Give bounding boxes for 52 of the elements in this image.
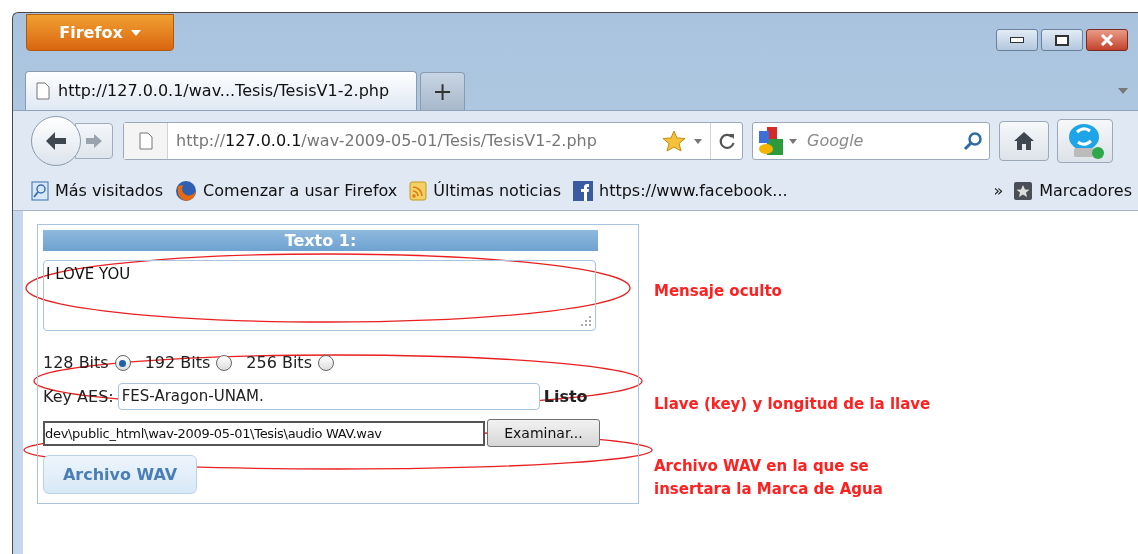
dropdown-arrow-icon[interactable] [694, 138, 702, 144]
bookmark-item[interactable]: Más visitados [31, 178, 164, 203]
file-path-input[interactable]: dev\public_html\wav-2009-05-01\Tesis\audio WAV.wav [43, 420, 485, 446]
annotation-text: Llave (key) y longitud de la llave [654, 393, 931, 415]
tab-list-icon [1118, 88, 1128, 94]
message-textarea[interactable]: I LOVE YOU [43, 260, 596, 331]
back-button[interactable] [31, 116, 81, 166]
caret-icon [130, 29, 141, 36]
forward-arrow-icon [85, 133, 103, 149]
address-bar[interactable]: http://127.0.0.1/wav-2009-05-01/Tesis/TesisV1-2.php [123, 122, 743, 160]
home-button[interactable] [999, 121, 1049, 161]
radio-button[interactable] [114, 355, 131, 371]
browser-tab[interactable]: http://127.0.0.1/wav...Tesis/TesisV1-2.php [25, 71, 417, 110]
key-input[interactable]: FES-Aragon-UNAM. [117, 383, 540, 410]
bookmark-item[interactable]: Últimas noticias [409, 178, 561, 203]
globe-fox-icon [175, 179, 198, 202]
close-icon [1100, 34, 1114, 46]
dropdown-arrow-icon[interactable] [789, 138, 797, 144]
back-arrow-icon [44, 131, 68, 151]
home-icon [1013, 131, 1035, 151]
facebook-icon [573, 180, 593, 201]
bookmark-star-icon[interactable] [662, 130, 686, 152]
reload-icon[interactable] [717, 132, 736, 150]
overflow-chevron[interactable]: » [993, 178, 1004, 203]
minimize-button[interactable] [996, 29, 1038, 51]
new-tab-button[interactable]: + [420, 72, 465, 110]
resize-grip-icon [580, 315, 592, 327]
search-icon[interactable] [963, 131, 983, 151]
bookmark-item[interactable]: Comenzar a usar Firefox [175, 178, 398, 203]
bookmarks-menu[interactable]: Marcadores [1039, 178, 1132, 203]
radio-button[interactable] [317, 355, 334, 371]
feed-icon [409, 180, 428, 201]
annotation-text: Mensaje oculto [654, 281, 783, 302]
annotation-text: Archivo WAV en la que se insertara la Marca de Agua [654, 456, 884, 500]
close-button[interactable] [1086, 29, 1128, 51]
radio-label: 256 Bits [246, 352, 312, 374]
page-icon [36, 82, 50, 100]
submit-button[interactable]: Archivo WAV [43, 455, 197, 494]
skype-button[interactable] [1057, 119, 1113, 163]
panel-header: Texto 1: [43, 230, 598, 251]
page-icon [138, 132, 153, 150]
search-placeholder: Google [807, 130, 865, 152]
minimize-icon [1010, 37, 1024, 43]
browse-button[interactable]: Examinar... [487, 419, 600, 447]
search-field[interactable]: Google [752, 122, 990, 160]
maximize-icon [1055, 34, 1069, 46]
magnifier-icon [31, 180, 49, 201]
search-engine-icon[interactable] [759, 127, 785, 155]
bookmark-item[interactable]: https://www.facebook... [573, 178, 788, 203]
radio-button[interactable] [216, 355, 233, 371]
maximize-button[interactable] [1041, 29, 1083, 51]
url-text: http://127.0.0.1/wav-2009-05-01/Tesis/TesisV1-2.php [176, 130, 597, 152]
